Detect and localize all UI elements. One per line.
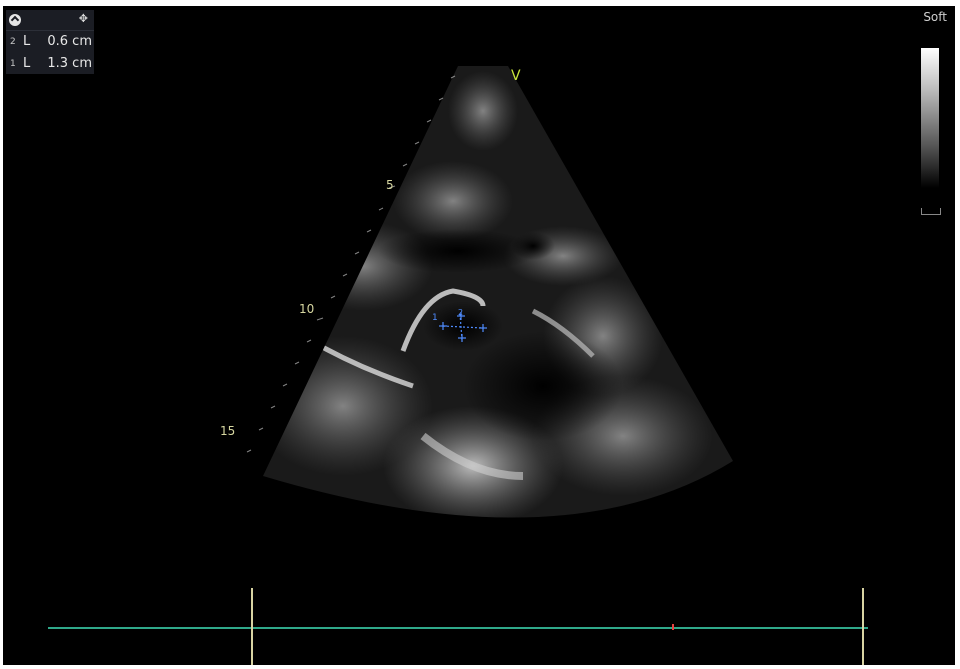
preset-label: Soft: [923, 10, 947, 24]
measurement-type: L: [23, 56, 31, 71]
depth-marker-15: 15: [220, 424, 236, 438]
measurement-row-2[interactable]: 2 L 0.6 cm: [6, 31, 94, 53]
cine-timeline[interactable]: [48, 627, 868, 629]
move-arrows-icon[interactable]: ✥: [79, 12, 88, 25]
collapse-circle-icon[interactable]: [9, 14, 21, 26]
echo-sector-image: [246, 66, 733, 518]
orientation-marker: V: [511, 68, 521, 84]
cine-start-cursor[interactable]: [251, 588, 253, 665]
measurement-value: 0.6 cm: [47, 34, 92, 49]
cine-end-cursor[interactable]: [862, 588, 864, 665]
caliper-label-2: 2: [458, 308, 464, 317]
depth-marker-5: 5: [386, 178, 394, 192]
cine-position-marker[interactable]: [672, 624, 674, 630]
caliper-label-1: 1: [432, 313, 438, 323]
measurement-panel-header: ✥: [6, 10, 94, 31]
measurement-value: 1.3 cm: [47, 56, 92, 71]
measurement-row-1[interactable]: 1 L 1.3 cm: [6, 53, 94, 75]
measurement-index: 2: [10, 37, 16, 47]
measurement-type: L: [23, 34, 31, 49]
measurement-index: 1: [10, 59, 16, 69]
measurement-panel: ✥ 2 L 0.6 cm 1 L 1.3 cm: [6, 10, 94, 74]
ultrasound-viewport: 1 2 ✥ 2 L 0.6 cm 1 L 1.3 cm V 5 10 15 So…: [3, 6, 955, 665]
depth-marker-10: 10: [299, 302, 315, 316]
grayscale-bracket: [921, 208, 941, 215]
grayscale-bar: [921, 48, 939, 188]
